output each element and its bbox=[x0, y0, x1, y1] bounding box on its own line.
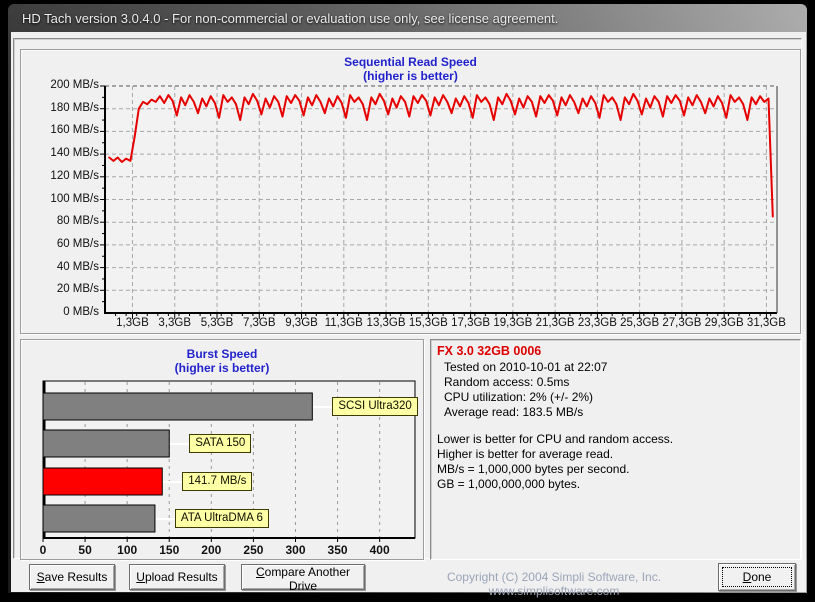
sequential-read-panel: Sequential Read Speed (higher is better)… bbox=[20, 49, 801, 334]
burst-x-label: 250 bbox=[233, 543, 273, 557]
burst-x-label: 0 bbox=[23, 543, 63, 557]
y-axis-label: 100 MB/s bbox=[21, 193, 99, 205]
info-line: Lower is better for CPU and random acces… bbox=[437, 432, 794, 447]
bar-value-label: ATA UltraDMA 6 bbox=[175, 509, 269, 528]
window-title: HD Tach version 3.0.4.0 - For non-commer… bbox=[22, 11, 558, 26]
info-line: MB/s = 1,000,000 bytes per second. bbox=[437, 462, 794, 477]
info-line: Tested on 2010-10-01 at 22:07 bbox=[437, 360, 794, 375]
y-axis-label: 200 MB/s bbox=[21, 79, 99, 91]
info-line: CPU utilization: 2% (+/- 2%) bbox=[437, 390, 794, 405]
burst-x-label: 200 bbox=[191, 543, 231, 557]
y-axis-label: 120 MB/s bbox=[21, 170, 99, 182]
burst-speed-panel: Burst Speed (higher is better) 050100150… bbox=[20, 339, 424, 560]
burst-bar bbox=[43, 468, 162, 495]
seq-chart-subtitle: (higher is better) bbox=[21, 69, 800, 83]
title-bar[interactable]: HD Tach version 3.0.4.0 - For non-commer… bbox=[8, 4, 807, 32]
info-lines: Tested on 2010-10-01 at 22:07Random acce… bbox=[437, 360, 794, 492]
save-results-button[interactable]: Save Results bbox=[29, 564, 115, 590]
bar-label-connector bbox=[313, 406, 332, 408]
y-axis-label: 80 MB/s bbox=[21, 215, 99, 227]
bar-value-label: SCSI Ultra320 bbox=[332, 397, 418, 416]
burst-x-label: 150 bbox=[149, 543, 189, 557]
info-spacer bbox=[437, 420, 794, 432]
sequential-read-chart bbox=[97, 82, 797, 330]
app-window: HD Tach version 3.0.4.0 - For non-commer… bbox=[7, 3, 808, 594]
burst-x-label: 50 bbox=[65, 543, 105, 557]
info-line: GB = 1,000,000,000 bytes. bbox=[437, 477, 794, 492]
bar-label-connector bbox=[163, 481, 182, 483]
y-axis-label: 180 MB/s bbox=[21, 102, 99, 114]
burst-bar bbox=[43, 393, 312, 420]
y-axis-label: 60 MB/s bbox=[21, 238, 99, 250]
bar-value-label: 141.7 MB/s bbox=[182, 472, 252, 491]
drive-info-panel: FX 3.0 32GB 0006 Tested on 2010-10-01 at… bbox=[430, 339, 801, 560]
seq-chart-title: Sequential Read Speed bbox=[21, 55, 800, 69]
y-axis-label: 160 MB/s bbox=[21, 124, 99, 136]
copyright-text: Copyright (C) 2004 Simpli Software, Inc.… bbox=[389, 570, 719, 598]
bar-value-label: SATA 150 bbox=[189, 434, 251, 453]
x-axis-label: 31,3GB bbox=[736, 317, 796, 329]
y-axis-label: 0 MB/s bbox=[21, 306, 99, 318]
y-axis-label: 20 MB/s bbox=[21, 283, 99, 295]
client-area: Sequential Read Speed (higher is better)… bbox=[11, 32, 806, 592]
burst-bar bbox=[43, 430, 169, 457]
burst-chart-subtitle: (higher is better) bbox=[21, 361, 423, 375]
bar-label-connector bbox=[170, 443, 189, 445]
upload-results-button[interactable]: Upload Results bbox=[129, 564, 225, 590]
y-axis-label: 140 MB/s bbox=[21, 147, 99, 159]
main-panel: Sequential Read Speed (higher is better)… bbox=[13, 38, 802, 559]
drive-name: FX 3.0 32GB 0006 bbox=[437, 344, 794, 358]
burst-x-label: 300 bbox=[275, 543, 315, 557]
info-line: Higher is better for average read. bbox=[437, 447, 794, 462]
y-axis-label: 40 MB/s bbox=[21, 261, 99, 273]
info-line: Random access: 0.5ms bbox=[437, 375, 794, 390]
bar-label-connector bbox=[156, 518, 175, 520]
burst-x-label: 100 bbox=[107, 543, 147, 557]
burst-x-label: 350 bbox=[318, 543, 358, 557]
info-line: Average read: 183.5 MB/s bbox=[437, 405, 794, 420]
burst-bar bbox=[43, 505, 155, 532]
burst-chart-title: Burst Speed bbox=[21, 347, 423, 361]
burst-x-label: 400 bbox=[360, 543, 400, 557]
done-button[interactable]: Done bbox=[718, 563, 796, 591]
compare-another-drive-button[interactable]: Compare Another Drive bbox=[241, 564, 365, 590]
